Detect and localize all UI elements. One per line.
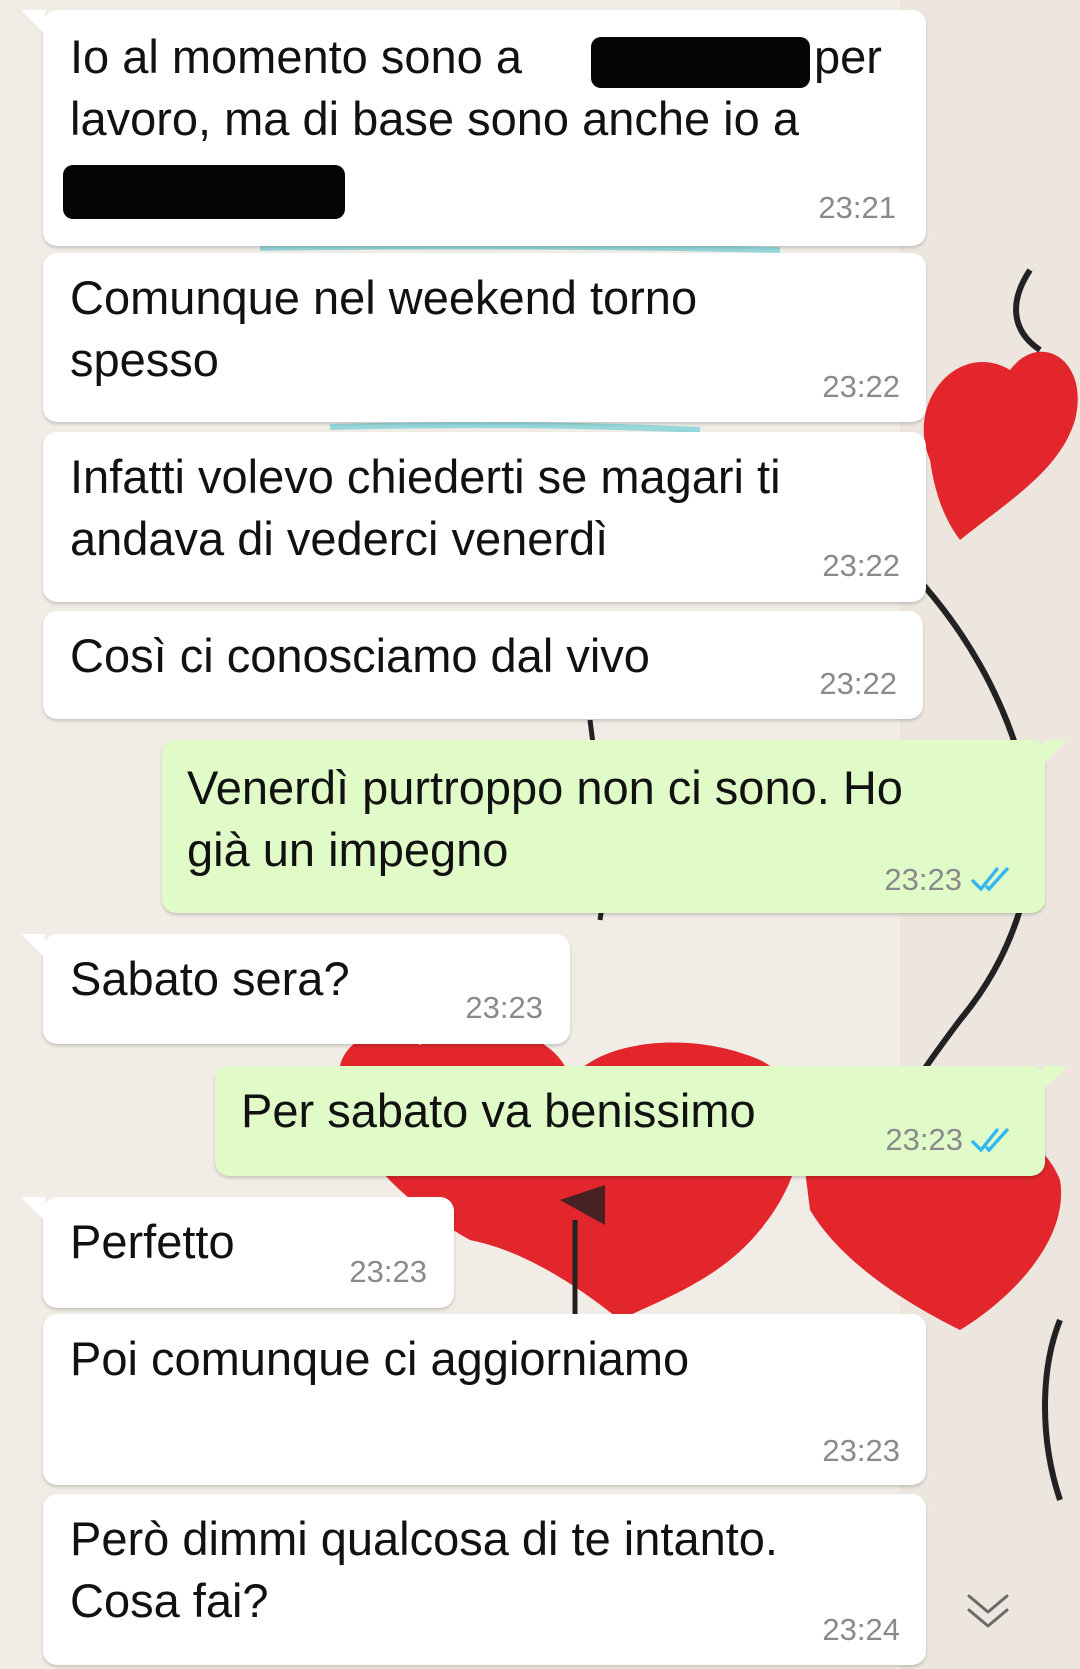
message-bubble-outgoing[interactable]: Per sabato va benissimo 23:23 [215,1066,1067,1176]
double-chevron-down-icon[interactable] [965,1592,1011,1632]
message-bubble-incoming[interactable]: Però dimmi qualcosa di te intanto. Cosa … [43,1494,926,1665]
message-bubble-incoming[interactable]: Io al momento sono a per lavoro, ma di b… [21,10,926,246]
redaction-block [63,165,345,219]
message-text: Io al momento sono a [70,30,522,83]
message-text: Sabato sera? [70,952,350,1005]
message-text: Poi comunque ci aggiorniamo [70,1332,690,1385]
message-text: Per sabato va benissimo [241,1084,756,1137]
message-bubble-incoming[interactable]: Sabato sera? 23:23 [21,934,570,1044]
double-check-icon [971,867,1009,892]
message-text: lavoro, ma di base sono anche io a [70,92,799,145]
message-timestamp: 23:24 [822,1612,900,1647]
message-bubble-incoming[interactable]: Comunque nel weekend torno spesso 23:22 [43,253,926,422]
message-timestamp: 23:22 [822,369,900,404]
message-text: Infatti volevo chiederti se magari ti an… [70,450,781,565]
message-timestamp: 23:22 [822,548,900,583]
message-timestamp: 23:23 [465,990,543,1025]
message-timestamp: 23:23 [822,1433,900,1468]
message-bubble-outgoing[interactable]: Venerdì purtroppo non ci sono. Ho già un… [162,740,1067,913]
message-timestamp: 23:22 [819,666,897,701]
message-timestamp: 23:23 [349,1254,427,1289]
message-timestamp: 23:23 [884,862,962,897]
message-text: Però dimmi qualcosa di te intanto. Cosa … [70,1512,778,1627]
message-bubble-incoming[interactable]: Così ci conosciamo dal vivo 23:22 [43,611,923,719]
message-text: per [814,30,882,83]
double-check-icon [971,1128,1009,1153]
message-text: Perfetto [70,1215,235,1268]
message-text: Comunque nel weekend torno spesso [70,271,698,386]
redaction-block [591,37,810,88]
message-timestamp: 23:21 [818,190,896,225]
message-text: Venerdì purtroppo non ci sono. Ho già un… [187,761,903,876]
message-bubble-incoming[interactable]: Perfetto 23:23 [21,1197,454,1308]
message-bubble-incoming[interactable]: Poi comunque ci aggiorniamo 23:23 [43,1314,926,1485]
message-bubble-incoming[interactable]: Infatti volevo chiederti se magari ti an… [43,432,926,602]
message-timestamp: 23:23 [885,1122,963,1157]
message-text: Così ci conosciamo dal vivo [70,629,650,682]
